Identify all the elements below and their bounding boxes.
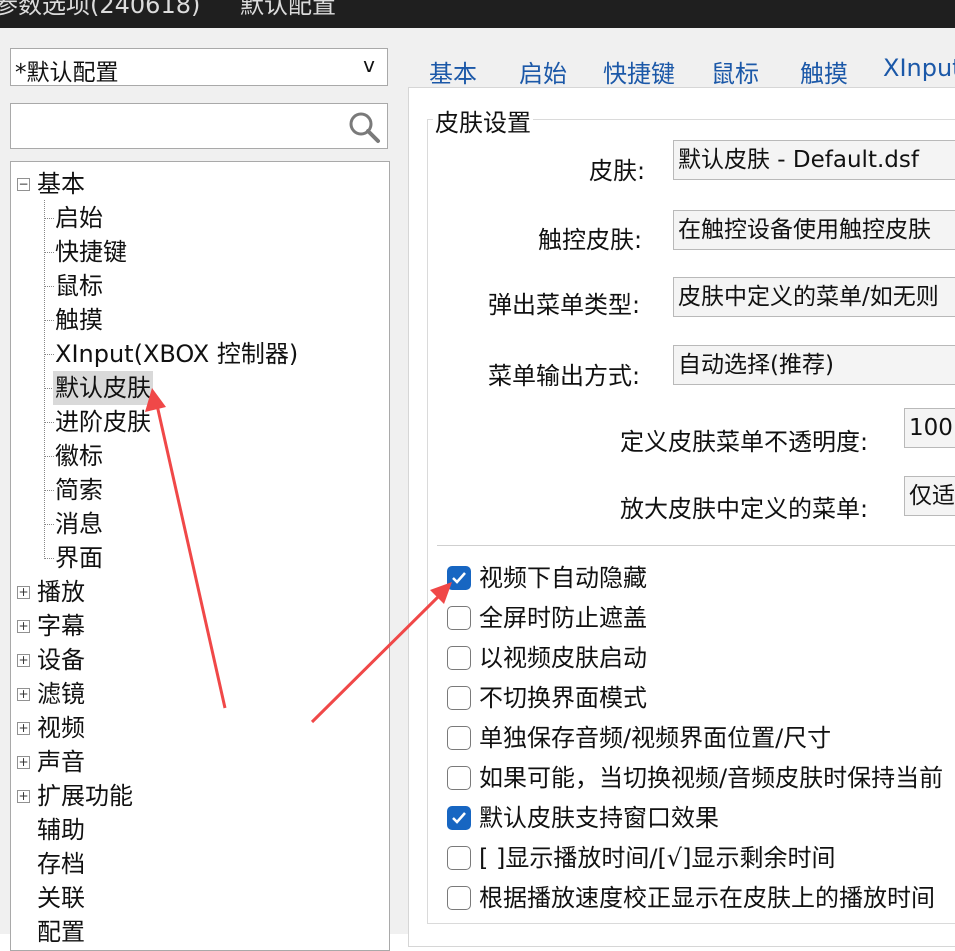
enlarge-menu-select[interactable]: 仅适 bbox=[904, 476, 955, 516]
tree-item-extensions[interactable]: 扩展功能 bbox=[35, 779, 135, 813]
checkbox-icon[interactable] bbox=[447, 886, 471, 910]
menu-output-label: 菜单输出方式: bbox=[488, 362, 641, 390]
window-title: 参数选项(240618) bbox=[0, 0, 201, 19]
tree-item-assist[interactable]: 辅助 bbox=[35, 813, 87, 847]
tree-item-archive[interactable]: 存档 bbox=[35, 847, 87, 881]
tree-item-simple[interactable]: 简索 bbox=[53, 473, 105, 507]
expand-icon[interactable]: + bbox=[17, 756, 30, 769]
expand-icon[interactable]: + bbox=[17, 620, 30, 633]
collapse-icon[interactable]: − bbox=[17, 178, 30, 191]
expand-icon[interactable]: + bbox=[17, 722, 30, 735]
expand-icon[interactable]: + bbox=[17, 790, 30, 803]
search-box[interactable] bbox=[10, 103, 388, 149]
window-subtitle: 默认配置 bbox=[240, 0, 336, 19]
checkbox-checked-icon[interactable] bbox=[447, 566, 471, 590]
tree-item-config[interactable]: 配置 bbox=[35, 915, 87, 949]
checkbox-icon[interactable] bbox=[447, 766, 471, 790]
tree-item-filters[interactable]: 滤镜 bbox=[35, 677, 87, 711]
enlarge-menu-label: 放大皮肤中定义的菜单: bbox=[620, 495, 869, 523]
tree-item-audio[interactable]: 声音 bbox=[35, 745, 87, 779]
checkbox-icon[interactable] bbox=[447, 846, 471, 870]
tab-start[interactable]: 启始 bbox=[519, 54, 567, 89]
tree-item-hotkeys[interactable]: 快捷键 bbox=[53, 235, 129, 269]
checkbox-checked-icon[interactable] bbox=[447, 806, 471, 830]
title-bar: 参数选项(240618) 默认配置 bbox=[0, 0, 955, 28]
menu-output-select[interactable]: 自动选择(推荐) bbox=[673, 345, 955, 385]
separator bbox=[437, 545, 955, 546]
checkbox-icon[interactable] bbox=[447, 606, 471, 630]
chevron-down-icon[interactable]: v bbox=[363, 53, 375, 77]
group-title: 皮肤设置 bbox=[433, 103, 533, 138]
tree-item-playback[interactable]: 播放 bbox=[35, 575, 87, 609]
tree-item-subtitles[interactable]: 字幕 bbox=[35, 609, 87, 643]
tab-xinput[interactable]: XInput bbox=[883, 54, 955, 82]
tree-item-mouse[interactable]: 鼠标 bbox=[53, 269, 105, 303]
profile-select-value: *默认配置 bbox=[15, 60, 119, 86]
search-input[interactable] bbox=[15, 110, 339, 142]
tree-item-messages[interactable]: 消息 bbox=[53, 507, 105, 541]
popup-menu-type-select[interactable]: 皮肤中定义的菜单/如无则 bbox=[673, 277, 955, 317]
settings-tree[interactable]: − 基本 启始 快捷键 鼠标 触摸 XInput(XBOX 控制器) 默认皮肤 … bbox=[10, 161, 390, 951]
search-icon[interactable] bbox=[347, 110, 381, 144]
checkbox-icon[interactable] bbox=[447, 686, 471, 710]
tree-item-association[interactable]: 关联 bbox=[35, 881, 87, 915]
tree-item-devices[interactable]: 设备 bbox=[35, 643, 87, 677]
menu-opacity-label: 定义皮肤菜单不透明度: bbox=[620, 428, 869, 456]
menu-opacity-input[interactable]: 100 bbox=[904, 408, 955, 448]
skin-label: 皮肤: bbox=[589, 157, 646, 185]
touch-skin-label: 触控皮肤: bbox=[538, 226, 643, 254]
tree-item-advanced-skin[interactable]: 进阶皮肤 bbox=[53, 405, 153, 439]
tab-mouse[interactable]: 鼠标 bbox=[711, 54, 759, 89]
touch-skin-select[interactable]: 在触控设备使用触控皮肤 bbox=[673, 210, 955, 250]
tree-item-basic[interactable]: 基本 bbox=[35, 167, 87, 201]
tree-item-video[interactable]: 视频 bbox=[35, 711, 87, 745]
expand-icon[interactable]: + bbox=[17, 654, 30, 667]
popup-menu-type-label: 弹出菜单类型: bbox=[488, 291, 641, 319]
tree-item-xinput[interactable]: XInput(XBOX 控制器) bbox=[53, 337, 300, 371]
expand-icon[interactable]: + bbox=[17, 688, 30, 701]
tab-hotkeys[interactable]: 快捷键 bbox=[603, 54, 675, 89]
tree-item-interface[interactable]: 界面 bbox=[53, 541, 105, 575]
checkbox-icon[interactable] bbox=[447, 726, 471, 750]
expand-icon[interactable]: + bbox=[17, 586, 30, 599]
tree-item-default-skin[interactable]: 默认皮肤 bbox=[53, 371, 153, 405]
tree-item-start[interactable]: 启始 bbox=[53, 201, 105, 235]
checkbox-icon[interactable] bbox=[447, 646, 471, 670]
tab-basic[interactable]: 基本 bbox=[429, 54, 477, 89]
tree-item-logo[interactable]: 徽标 bbox=[53, 439, 105, 473]
profile-select[interactable]: *默认配置 v bbox=[10, 48, 388, 86]
tree-item-touch[interactable]: 触摸 bbox=[53, 303, 105, 337]
skin-select[interactable]: 默认皮肤 - Default.dsf bbox=[673, 140, 955, 180]
tab-touch[interactable]: 触摸 bbox=[800, 54, 848, 89]
